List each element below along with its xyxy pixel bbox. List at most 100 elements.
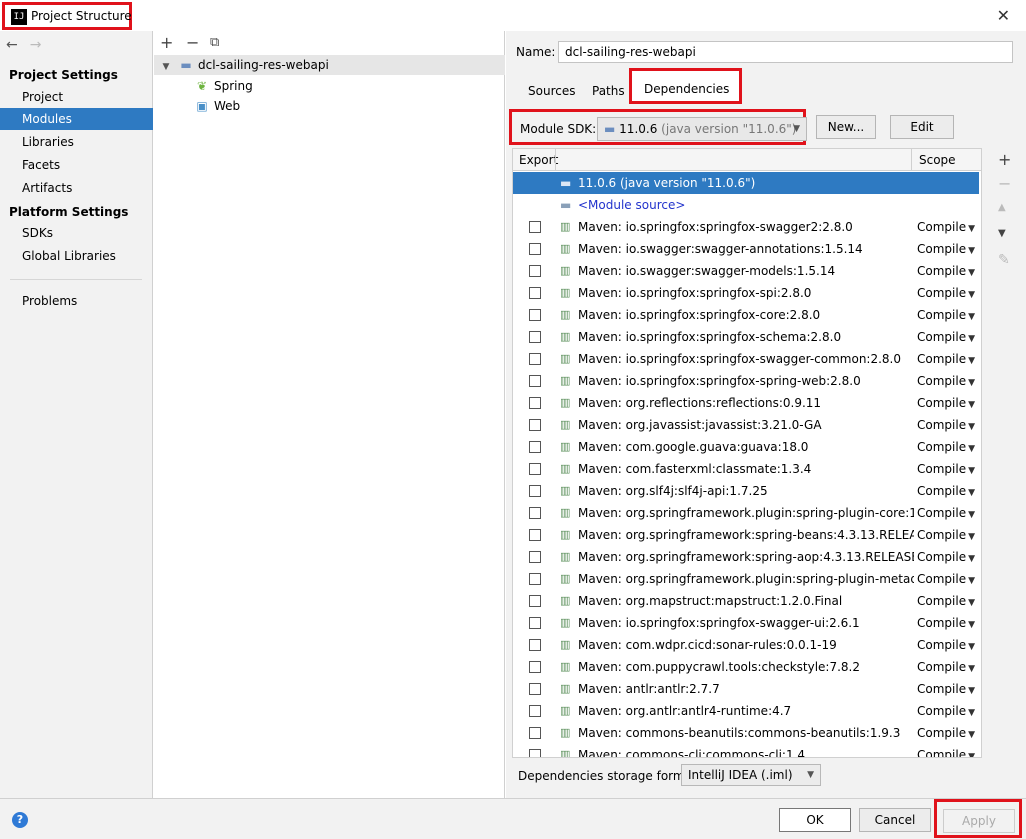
export-checkbox[interactable] <box>529 309 541 321</box>
sidebar-item-problems[interactable]: Problems <box>0 290 153 312</box>
table-row-sdk[interactable]: ▬ 11.0.6 (java version "11.0.6") <box>513 172 979 194</box>
scope-select[interactable]: Compile ▼ <box>917 546 975 570</box>
scope-select[interactable]: Compile ▼ <box>917 282 975 306</box>
table-row-module-source[interactable]: ▬ <Module source> <box>513 194 979 216</box>
edit-pencil-icon[interactable]: ✎ <box>998 252 1010 268</box>
apply-button[interactable]: Apply <box>943 809 1015 833</box>
scope-select[interactable]: Compile ▼ <box>917 634 975 658</box>
scope-select[interactable]: Compile ▼ <box>917 238 975 262</box>
export-checkbox[interactable] <box>529 617 541 629</box>
export-checkbox[interactable] <box>529 749 541 757</box>
scope-select[interactable]: Compile ▼ <box>917 524 975 548</box>
scope-select[interactable]: Compile ▼ <box>917 656 975 680</box>
scope-select[interactable]: Compile ▼ <box>917 590 975 614</box>
export-checkbox[interactable] <box>529 375 541 387</box>
export-checkbox[interactable] <box>529 705 541 717</box>
scope-select[interactable]: Compile ▼ <box>917 502 975 526</box>
copy-icon[interactable]: ⧉ <box>210 35 219 50</box>
sidebar-item-global-libraries[interactable]: Global Libraries <box>0 245 153 267</box>
module-name-input[interactable]: dcl-sailing-res-webapi <box>558 41 1013 63</box>
move-up-icon[interactable]: ▲ <box>998 202 1006 213</box>
sidebar-item-facets[interactable]: Facets <box>0 154 153 176</box>
scope-select[interactable]: Compile ▼ <box>917 678 975 702</box>
add-dependency-icon[interactable]: + <box>998 150 1011 169</box>
table-row[interactable]: ▥ Maven: org.springframework:spring-beans… <box>513 524 979 546</box>
scope-select[interactable]: Compile ▼ <box>917 568 975 592</box>
table-row[interactable]: ▥ Maven: com.puppycrawl.tools:checkstyle:… <box>513 656 979 678</box>
chevron-down-icon[interactable]: ▼ <box>158 57 174 77</box>
scope-select[interactable]: Compile ▼ <box>917 436 975 460</box>
table-row[interactable]: ▥ Maven: com.google.guava:guava:18.0 Compi… <box>513 436 979 458</box>
tab-dependencies[interactable]: Dependencies <box>632 77 737 101</box>
export-checkbox[interactable] <box>529 265 541 277</box>
column-export[interactable]: Export <box>519 153 558 167</box>
table-row[interactable]: ▥ Maven: io.swagger:swagger-annotations:1… <box>513 238 979 260</box>
export-checkbox[interactable] <box>529 463 541 475</box>
export-checkbox[interactable] <box>529 683 541 695</box>
ok-button[interactable]: OK <box>779 808 851 832</box>
table-row[interactable]: ▥ Maven: io.springfox:springfox-spring-we… <box>513 370 979 392</box>
sidebar-item-modules[interactable]: Modules <box>0 108 153 130</box>
remove-icon[interactable]: − <box>186 33 199 52</box>
table-row[interactable]: ▥ Maven: org.slf4j:slf4j-api:1.7.25 Compil… <box>513 480 979 502</box>
export-checkbox[interactable] <box>529 221 541 233</box>
export-checkbox[interactable] <box>529 485 541 497</box>
table-row[interactable]: ▥ Maven: org.reflections:reflections:0.9.… <box>513 392 979 414</box>
sidebar-item-sdks[interactable]: SDKs <box>0 222 153 244</box>
back-arrow-icon[interactable]: ← <box>6 37 18 53</box>
table-row[interactable]: ▥ Maven: org.springframework.plugin:sprin… <box>513 502 979 524</box>
scope-select[interactable]: Compile ▼ <box>917 722 975 746</box>
table-row[interactable]: ▥ Maven: antlr:antlr:2.7.7 Compile ▼ <box>513 678 979 700</box>
table-row[interactable]: ▥ Maven: io.springfox:springfox-schema:2.… <box>513 326 979 348</box>
scope-select[interactable]: Compile ▼ <box>917 414 975 438</box>
export-checkbox[interactable] <box>529 595 541 607</box>
table-row[interactable]: ▥ Maven: io.springfox:springfox-swagger-u… <box>513 612 979 634</box>
tab-paths[interactable]: Paths <box>584 79 633 103</box>
table-row[interactable]: ▥ Maven: io.springfox:springfox-swagger-c… <box>513 348 979 370</box>
export-checkbox[interactable] <box>529 441 541 453</box>
scope-select[interactable]: Compile ▼ <box>917 370 975 394</box>
cancel-button[interactable]: Cancel <box>859 808 931 832</box>
scope-select[interactable]: Compile ▼ <box>917 326 975 350</box>
table-row[interactable]: ▥ Maven: org.javassist:javassist:3.21.0-G… <box>513 414 979 436</box>
tree-item-spring[interactable]: ❦ Spring <box>194 76 253 96</box>
forward-arrow-icon[interactable]: → <box>30 37 42 53</box>
scope-select[interactable]: Compile ▼ <box>917 612 975 636</box>
module-sdk-select[interactable]: ▬ 11.0.6 (java version "11.0.6") ▼ <box>597 117 807 141</box>
export-checkbox[interactable] <box>529 287 541 299</box>
export-checkbox[interactable] <box>529 661 541 673</box>
export-checkbox[interactable] <box>529 331 541 343</box>
export-checkbox[interactable] <box>529 243 541 255</box>
table-row[interactable]: ▥ Maven: commons-cli:commons-cli:1.4 Compi… <box>513 744 979 757</box>
table-row[interactable]: ▥ Maven: io.springfox:springfox-swagger2:… <box>513 216 979 238</box>
remove-dependency-icon[interactable]: − <box>998 174 1011 193</box>
export-checkbox[interactable] <box>529 419 541 431</box>
move-down-icon[interactable]: ▼ <box>998 228 1006 239</box>
close-icon[interactable]: ✕ <box>997 6 1010 25</box>
export-checkbox[interactable] <box>529 727 541 739</box>
scope-select[interactable]: Compile ▼ <box>917 458 975 482</box>
storage-format-select[interactable]: IntelliJ IDEA (.iml) ▼ <box>681 764 821 786</box>
table-row[interactable]: ▥ Maven: io.swagger:swagger-models:1.5.14… <box>513 260 979 282</box>
new-sdk-button[interactable]: New... <box>816 115 876 139</box>
tree-root-module[interactable]: ▼ ▬ dcl-sailing-res-webapi <box>154 55 505 75</box>
export-checkbox[interactable] <box>529 529 541 541</box>
table-row[interactable]: ▥ Maven: org.springframework:spring-aop:4… <box>513 546 979 568</box>
tab-sources[interactable]: Sources <box>520 79 583 103</box>
sidebar-item-libraries[interactable]: Libraries <box>0 131 153 153</box>
help-icon[interactable]: ? <box>12 812 28 828</box>
table-row[interactable]: ▥ Maven: commons-beanutils:commons-beanut… <box>513 722 979 744</box>
add-icon[interactable]: + <box>160 33 173 52</box>
export-checkbox[interactable] <box>529 507 541 519</box>
table-row[interactable]: ▥ Maven: org.antlr:antlr4-runtime:4.7 Comp… <box>513 700 979 722</box>
sidebar-item-artifacts[interactable]: Artifacts <box>0 177 153 199</box>
edit-sdk-button[interactable]: Edit <box>890 115 954 139</box>
scope-select[interactable]: Compile ▼ <box>917 348 975 372</box>
table-row[interactable]: ▥ Maven: com.wdpr.cicd:sonar-rules:0.0.1-… <box>513 634 979 656</box>
export-checkbox[interactable] <box>529 353 541 365</box>
table-row[interactable]: ▥ Maven: io.springfox:springfox-core:2.8.… <box>513 304 979 326</box>
scope-select[interactable]: Compile ▼ <box>917 392 975 416</box>
column-scope[interactable]: Scope <box>919 153 956 167</box>
export-checkbox[interactable] <box>529 639 541 651</box>
export-checkbox[interactable] <box>529 397 541 409</box>
